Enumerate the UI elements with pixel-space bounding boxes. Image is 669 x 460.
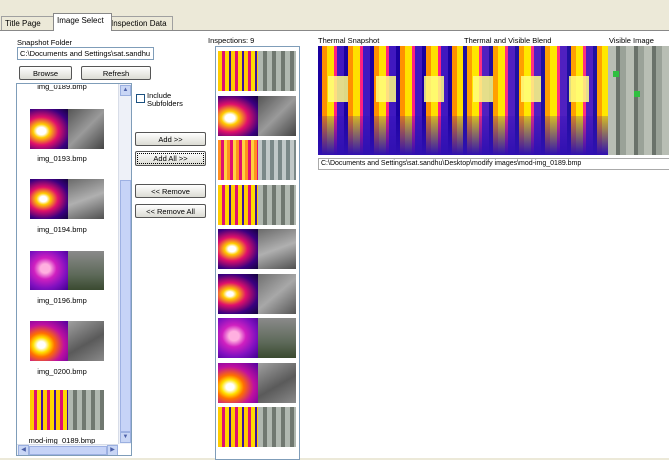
list-item-caption: img_0194.bmp <box>37 225 87 234</box>
inspection-thumbnail[interactable] <box>218 318 296 358</box>
scroll-up-arrow-icon[interactable]: ▲ <box>120 85 131 96</box>
list-item-thumbnail[interactable] <box>30 179 104 219</box>
visible-image <box>608 46 669 155</box>
list-item-caption: img_0200.bmp <box>37 367 87 376</box>
inspection-thumbnail[interactable] <box>218 51 296 91</box>
image-select-panel: Snapshot Folder C:\Documents and Setting… <box>0 30 669 460</box>
list-item-thumbnail[interactable] <box>30 390 104 430</box>
scrollbar-thumb[interactable] <box>120 180 131 432</box>
list-item-caption: img_0193.bmp <box>37 154 87 163</box>
include-subfolders-label-2: Subfolders <box>147 99 183 108</box>
blend-image <box>463 46 608 155</box>
remove-all-button[interactable]: << Remove All <box>135 204 206 218</box>
blend-label: Thermal and Visible Blend <box>464 36 552 45</box>
inspections-count-label: Inspections: 9 <box>208 36 255 45</box>
snapshot-folder-label: Snapshot Folder <box>17 38 73 47</box>
inspection-thumbnail[interactable] <box>218 407 296 447</box>
inspection-thumbnail[interactable] <box>218 184 296 225</box>
add-all-button[interactable]: Add All >> <box>135 151 206 166</box>
snapshot-folder-field[interactable]: C:\Documents and Settings\sat.sandhu <box>17 47 154 60</box>
list-item-caption: img_0196.bmp <box>37 296 87 305</box>
snapshot-list-hscrollbar[interactable]: ◀ ▶ <box>17 444 118 455</box>
hscrollbar-thumb[interactable] <box>29 446 107 455</box>
remove-button[interactable]: << Remove <box>135 184 206 198</box>
thermal-snapshot-label: Thermal Snapshot <box>318 36 380 45</box>
scroll-left-arrow-icon[interactable]: ◀ <box>18 445 29 455</box>
add-button[interactable]: Add >> <box>135 132 206 146</box>
inspection-thumbnail[interactable] <box>218 140 296 180</box>
list-item-thumbnail[interactable] <box>30 251 104 290</box>
list-item-caption: img_0189.bmp <box>37 85 87 91</box>
thermal-snapshot-image <box>318 46 463 155</box>
tab-inspection-data[interactable]: Inspection Data <box>107 16 173 30</box>
scroll-down-arrow-icon[interactable]: ▼ <box>120 432 131 443</box>
include-subfolders-checkbox[interactable] <box>136 94 145 103</box>
refresh-button[interactable]: Refresh <box>81 66 151 80</box>
tab-title-page[interactable]: Title Page <box>1 16 57 30</box>
inspections-list[interactable] <box>215 46 300 460</box>
list-item-thumbnail[interactable] <box>30 321 104 361</box>
tab-image-select[interactable]: Image Select <box>53 13 112 31</box>
inspection-thumbnail[interactable] <box>218 273 296 314</box>
snapshot-list[interactable]: img_0189.bmp img_0193.bmp img_0194.bmp i… <box>16 83 132 456</box>
browse-button[interactable]: Browse <box>19 66 72 80</box>
image-path-field: C:\Documents and Settings\sat.sandhu\Des… <box>318 158 669 170</box>
list-item-thumbnail[interactable] <box>30 109 104 149</box>
inspection-thumbnail[interactable] <box>218 362 296 403</box>
snapshot-list-scrollbar[interactable]: ▲ ▼ <box>118 84 131 444</box>
visible-image-label: Visible Image <box>609 36 654 45</box>
scroll-right-arrow-icon[interactable]: ▶ <box>107 445 118 455</box>
inspection-thumbnail[interactable] <box>218 229 296 269</box>
inspection-thumbnail[interactable] <box>218 95 296 136</box>
